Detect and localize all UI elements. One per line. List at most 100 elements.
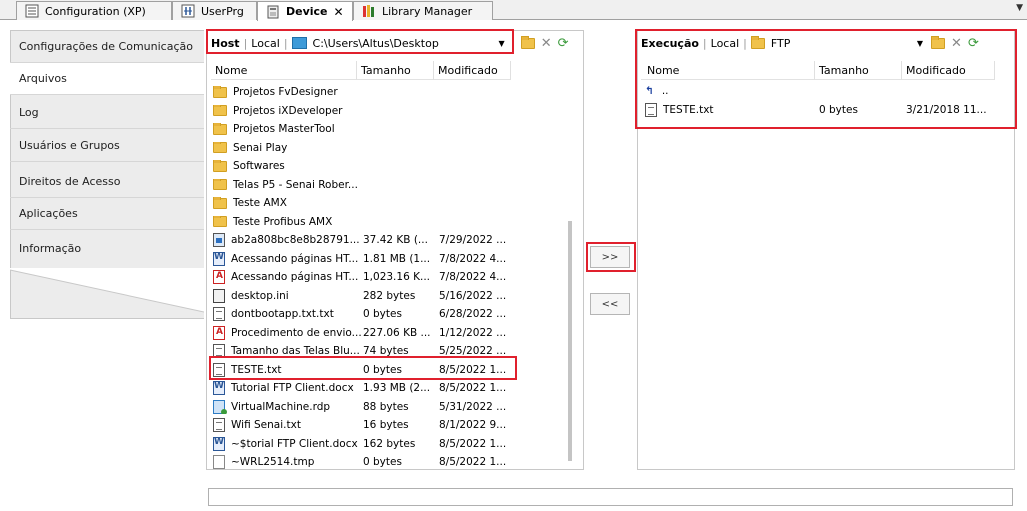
chevron-down-icon[interactable]: ▼ [1016,3,1023,13]
tab-device[interactable]: Device ✕ [257,1,353,21]
file-name: Teste AMX [233,197,287,209]
file-modified: 7/8/2022 4... [439,271,507,283]
chevron-down-icon[interactable]: ▼ [917,39,923,48]
transfer-to-host-button[interactable]: << [590,293,630,315]
text-file-icon [213,362,225,377]
nav-item-users-groups[interactable]: Usuários e Grupos [10,129,204,162]
nav-item-applications[interactable]: Aplicações [10,197,204,230]
delete-icon[interactable]: ✕ [951,36,962,51]
table-row[interactable]: Tamanho das Telas Blu... 74 bytes 5/25/202… [213,342,515,360]
tab-label: Device [286,5,328,18]
nav-item-information[interactable]: Informação [10,232,204,265]
nav-item-files[interactable]: Arquivos [10,62,204,95]
nav-item-access-rights[interactable]: Direitos de Acesso [10,165,204,198]
file-name: TESTE.txt [231,363,282,376]
file-modified: 1/12/2022 ... [439,326,507,339]
column-header-size[interactable]: Tamanho [357,61,434,80]
table-row[interactable]: Acessando páginas HT... 1,023.16 K... 7/8/… [213,268,515,286]
file-modified: 8/1/2022 9... [439,419,507,431]
host-list-header: Nome Tamanho Modificado [211,61,511,80]
column-header-modified[interactable]: Modificado [902,61,995,80]
tab-library-manager[interactable]: Library Manager [353,1,493,20]
table-row[interactable]: Projetos FvDesigner [213,83,515,101]
file-size: 0 bytes [819,104,858,116]
file-size: 37.42 KB (... [363,234,428,246]
nav-item-log[interactable]: Log [10,96,204,129]
books-icon [362,4,376,18]
exec-title: Execução [641,36,699,50]
table-row[interactable]: Projetos MasterTool [213,120,515,138]
rdp-file-icon [213,399,227,414]
file-modified: 8/5/2022 1... [439,456,507,468]
table-row[interactable]: ab2a808bc8e8b28791... 37.42 KB (... 7/29/2… [213,231,515,249]
table-row[interactable]: ~$torial FTP Client.docx 162 bytes 8/5/202… [213,435,515,453]
folder-icon [213,197,227,209]
host-scrollbar[interactable] [568,221,572,461]
file-size: 282 bytes [363,289,416,302]
file-name: Acessando páginas HT... [231,271,359,283]
column-header-modified[interactable]: Modificado [434,61,511,80]
file-size: 1,023.16 K... [363,271,430,283]
text-file-icon [213,307,225,321]
tab-configuration[interactable]: Configuration (XP) [16,1,172,20]
table-row[interactable]: Teste AMX [213,194,515,212]
file-modified: 5/31/2022 ... [439,400,507,413]
file-modified: 7/8/2022 4... [439,252,507,265]
table-row[interactable]: Projetos iXDeveloper [213,102,515,120]
table-row[interactable]: Telas P5 - Senai Rober... [213,176,515,194]
table-row[interactable]: TESTE.txt 0 bytes 8/5/2022 1... [213,361,515,379]
nav-item-communication[interactable]: Configurações de Comunicação [10,30,204,63]
file-name: ~WRL2514.tmp [231,456,315,468]
table-row[interactable]: Senai Play [213,139,515,157]
word-file-icon [213,251,225,266]
file-name: VirtualMachine.rdp [231,400,331,413]
host-path-select[interactable]: C:\Users\Altus\Desktop ▼ [291,37,505,50]
tab-userprg[interactable]: UserPrg [172,1,257,20]
chevron-down-icon[interactable]: ▼ [499,39,505,48]
status-field[interactable] [208,488,1013,506]
column-header-name[interactable]: Nome [211,61,357,80]
table-row[interactable]: dontbootapp.txt.txt 0 bytes 6/28/2022 ... [213,305,515,323]
exec-mode[interactable]: Local [711,37,740,50]
config-icon [25,4,39,18]
close-icon[interactable]: ✕ [334,5,344,19]
column-header-name[interactable]: Nome [641,61,815,80]
table-row[interactable]: VirtualMachine.rdp 88 bytes 5/31/2022 ... [213,398,515,416]
file-size: 162 bytes [363,437,416,450]
file-name: Wifi Senai.txt [231,419,301,431]
table-row[interactable]: Procedimento de envio...227.06 KB ... 1/1… [213,324,515,342]
nav-item-label: Log [19,105,39,119]
file-modified: 8/5/2022 1... [439,363,507,376]
table-row[interactable]: TESTE.txt 0 bytes 3/21/2018 11... [645,101,999,119]
table-row[interactable]: Tutorial FTP Client.docx 1.93 MB (2... 8/5… [213,379,515,397]
desktop-icon [291,37,307,49]
new-folder-icon[interactable] [520,35,535,51]
device-nav: Configurações de Comunicação Arquivos Lo… [0,21,204,511]
column-header-size[interactable]: Tamanho [815,61,902,80]
table-row[interactable]: Wifi Senai.txt 16 bytes 8/1/2022 9... [213,416,515,434]
new-folder-icon[interactable] [931,35,946,51]
nav-panel-edge [10,268,204,313]
file-size: 88 bytes [363,400,409,413]
table-row[interactable]: desktop.ini 282 bytes 5/16/2022 ... [213,287,515,305]
folder-icon [750,35,765,49]
table-row[interactable]: ~WRL2514.tmp 0 bytes 8/5/2022 1... [213,453,515,471]
exec-path: FTP [770,36,791,50]
text-file-icon [645,103,657,117]
file-size: 0 bytes [363,308,402,320]
file-name: Senai Play [233,141,288,154]
parent-directory-row[interactable]: ↰ .. [645,82,669,100]
refresh-icon[interactable]: ⟳ [968,36,979,51]
file-size: 227.06 KB ... [363,326,431,339]
exec-path-select[interactable]: FTP ▼ [750,35,923,50]
delete-icon[interactable]: ✕ [541,36,552,51]
file-name: Projetos iXDeveloper [233,104,343,117]
host-mode[interactable]: Local [251,37,280,50]
transfer-to-device-button[interactable]: >> [590,246,630,268]
file-name: Tamanho das Telas Blu... [231,345,360,357]
table-row[interactable]: Acessando páginas HT... 1.81 MB (1... 7/8/… [213,250,515,268]
word-file-icon [213,436,225,451]
table-row[interactable]: Teste Profibus AMX [213,213,515,231]
table-row[interactable]: Softwares [213,157,515,175]
refresh-icon[interactable]: ⟳ [558,36,569,51]
